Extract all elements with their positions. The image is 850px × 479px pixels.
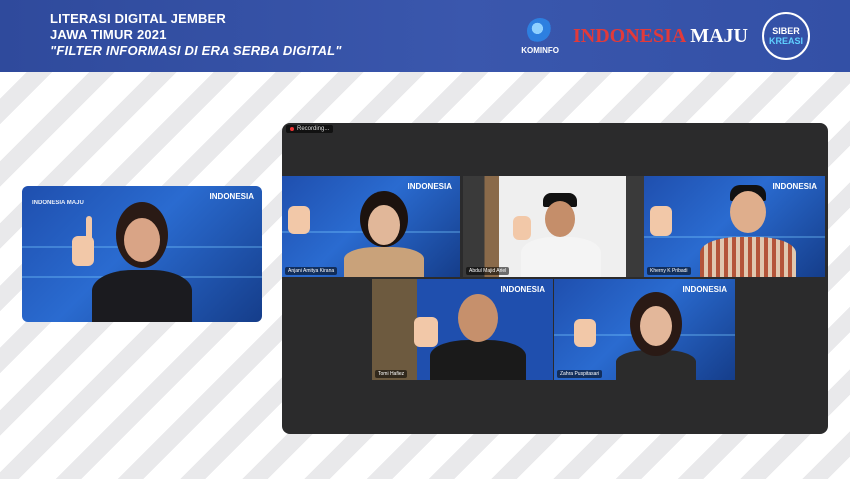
event-tagline: "FILTER INFORMASI DI ERA SERBA DIGITAL" [50, 43, 342, 58]
participant-hand [650, 206, 672, 236]
sponsor-logos: KOMINFO INDONESIA MAJU SIBER KREASI [521, 12, 810, 60]
participant-name: Kherny K Pribadi [647, 267, 691, 275]
participant-tile[interactable]: Abdul Majid Ariel [463, 176, 644, 277]
siberkreasi-logo: SIBER KREASI [762, 12, 810, 60]
participant-hand [288, 206, 310, 234]
participant-avatar [344, 185, 424, 277]
participant-avatar [616, 288, 696, 380]
participant-name: Tomi Hafiez [375, 370, 408, 378]
host-mini-logo: INDONESIA MAJU [32, 200, 84, 206]
participant-name: Abdul Majid Ariel [466, 267, 510, 275]
participant-hand [414, 317, 438, 347]
kominfo-icon [527, 17, 554, 44]
event-title-line1: LITERASI DIGITAL JEMBER [50, 11, 227, 26]
participant-tile[interactable]: INDONESIA Kherny K Pribadi [644, 176, 825, 277]
participant-avatar [430, 284, 526, 380]
event-header-bar: LITERASI DIGITAL JEMBER JAWA TIMUR 2021 … [0, 0, 850, 72]
host-brand-label: INDONESIA [209, 192, 254, 201]
participant-hand [574, 319, 596, 347]
host-avatar [92, 192, 192, 322]
participant-name: Anjani Amitya Kirana [285, 267, 338, 275]
indonesia-maju-logo: INDONESIA MAJU [573, 25, 748, 48]
maju-logo-text: MAJU [690, 24, 748, 47]
participant-name: Zahra Puspitasari [557, 370, 603, 378]
participant-tile[interactable]: INDONESIA Anjani Amitya Kirana [282, 176, 460, 277]
participant-tile[interactable]: INDONESIA Tomi Hafiez [372, 279, 553, 380]
indonesia-logo-text: INDONESIA [572, 24, 686, 47]
kreasi-logo-text: KREASI [768, 36, 803, 46]
siber-logo-text: SIBER [772, 26, 800, 36]
recording-indicator: Recording... [286, 125, 334, 133]
meeting-window: Recording... INDONESIA Anjani Amitya Kir… [282, 123, 828, 434]
event-title-block: LITERASI DIGITAL JEMBER JAWA TIMUR 2021 … [50, 11, 342, 59]
participant-avatar [521, 185, 601, 277]
participant-tile[interactable]: INDONESIA Zahra Puspitasari [554, 279, 735, 380]
host-finger [86, 216, 92, 242]
record-dot-icon [290, 127, 294, 131]
recording-label: Recording... [297, 126, 330, 132]
kominfo-label: KOMINFO [521, 45, 559, 55]
kominfo-logo: KOMINFO [521, 17, 559, 55]
participant-hand [513, 216, 531, 240]
event-title-line2: JAWA TIMUR 2021 [50, 27, 167, 42]
host-video-tile[interactable]: INDONESIA MAJU INDONESIA [22, 186, 262, 322]
participant-avatar [700, 181, 796, 277]
